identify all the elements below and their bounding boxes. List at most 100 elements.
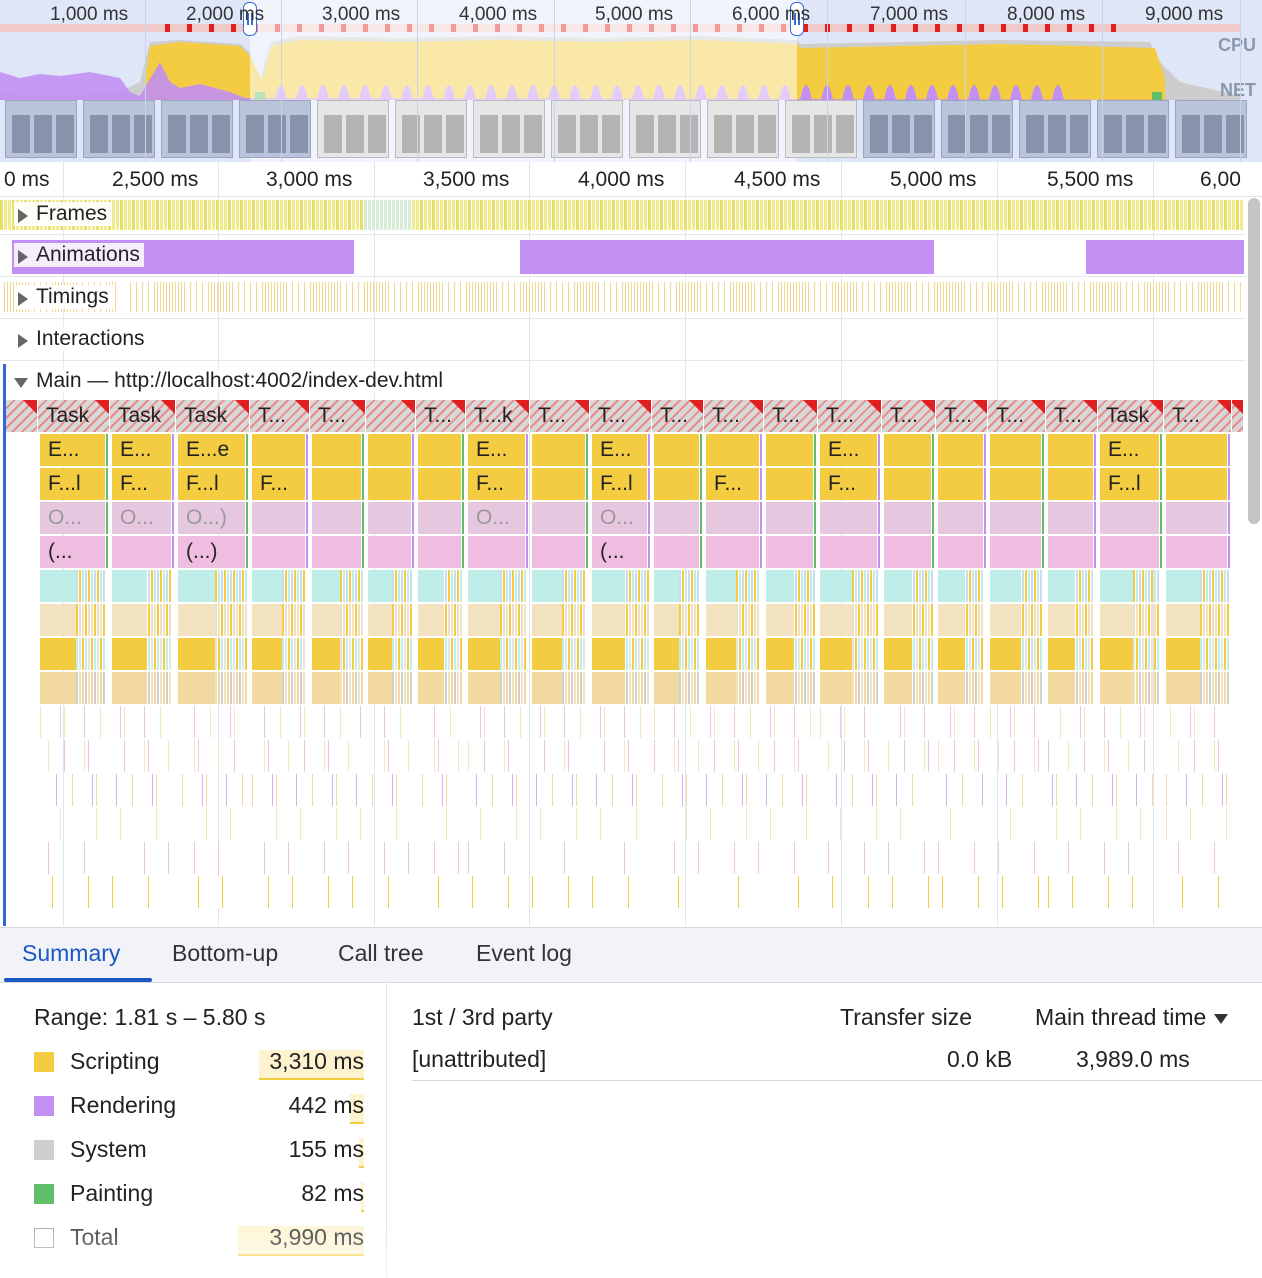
call-frame[interactable] <box>766 434 814 466</box>
frame-bar[interactable] <box>140 200 143 230</box>
frame-bar[interactable] <box>740 200 743 230</box>
frame-bar[interactable] <box>156 200 159 230</box>
frame-bar[interactable] <box>1104 200 1107 230</box>
task-block[interactable]: Task <box>176 400 250 432</box>
frame-bar[interactable] <box>200 200 203 230</box>
frame-bar[interactable] <box>136 200 139 230</box>
frame-bar[interactable] <box>380 200 383 230</box>
frame-bar[interactable] <box>1168 200 1171 230</box>
frame-bar[interactable] <box>672 200 675 230</box>
frame-bar[interactable] <box>264 200 267 230</box>
frame-bar[interactable] <box>876 200 879 230</box>
frame-bar[interactable] <box>244 200 247 230</box>
frame-bar[interactable] <box>872 200 875 230</box>
call-frame[interactable] <box>1048 604 1073 636</box>
task-block[interactable]: Task <box>38 400 110 432</box>
frame-bar[interactable] <box>1060 200 1063 230</box>
frame-bar[interactable] <box>220 200 223 230</box>
expand-triangle-icon[interactable] <box>18 250 28 264</box>
frame-bar[interactable] <box>576 200 579 230</box>
frame-bar[interactable] <box>1128 200 1131 230</box>
frame-bar[interactable] <box>272 200 275 230</box>
call-frame[interactable] <box>312 570 340 602</box>
call-frame[interactable] <box>252 502 306 534</box>
frame-bar[interactable] <box>708 200 711 230</box>
call-frame[interactable]: (...) <box>178 536 246 568</box>
call-frame[interactable] <box>706 638 736 670</box>
call-frame[interactable]: E...e <box>178 434 246 466</box>
frame-bar[interactable] <box>512 200 515 230</box>
call-frame[interactable] <box>884 536 932 568</box>
call-frame[interactable] <box>312 672 340 704</box>
frame-bar[interactable] <box>536 200 539 230</box>
frame-bar[interactable] <box>212 200 215 230</box>
frame-bar[interactable] <box>164 200 167 230</box>
frame-bar[interactable] <box>580 200 583 230</box>
call-frame[interactable] <box>312 638 340 670</box>
frame-bar[interactable] <box>868 200 871 230</box>
call-frame[interactable] <box>532 604 562 636</box>
call-frame[interactable] <box>468 638 500 670</box>
frame-bar[interactable] <box>784 200 787 230</box>
call-frame[interactable] <box>766 570 792 602</box>
frame-bar[interactable] <box>720 200 723 230</box>
frame-bar[interactable] <box>132 200 135 230</box>
frame-bar[interactable] <box>1176 200 1179 230</box>
call-frame[interactable] <box>1100 672 1133 704</box>
frame-bar[interactable] <box>756 200 759 230</box>
frame-bar[interactable] <box>148 200 151 230</box>
screenshot-thumbnail[interactable] <box>1175 100 1247 158</box>
timeline-scrollbar[interactable] <box>1248 198 1260 524</box>
call-frame[interactable]: O... <box>40 502 106 534</box>
call-frame[interactable]: F...l <box>40 468 106 500</box>
frame-bar[interactable] <box>808 200 811 230</box>
call-frame[interactable] <box>532 468 586 500</box>
frame-bar[interactable] <box>488 200 491 230</box>
call-frame[interactable] <box>706 434 760 466</box>
call-frame[interactable] <box>532 570 562 602</box>
call-frame[interactable] <box>592 638 623 670</box>
frame-bar[interactable] <box>976 200 979 230</box>
frame-bar[interactable] <box>1048 200 1051 230</box>
screenshot-thumbnail[interactable] <box>707 100 779 158</box>
frame-bar[interactable] <box>728 200 731 230</box>
screenshot-thumbnail[interactable] <box>473 100 545 158</box>
call-frame[interactable] <box>418 502 462 534</box>
col-header-main-thread-time[interactable]: Main thread time <box>1035 1004 1229 1031</box>
task-block[interactable] <box>366 400 416 432</box>
call-frame[interactable] <box>990 604 1019 636</box>
frame-bar[interactable] <box>208 200 211 230</box>
frame-bar[interactable] <box>1120 200 1123 230</box>
frame-bar[interactable] <box>912 200 915 230</box>
call-frame[interactable] <box>820 536 878 568</box>
frame-bar[interactable] <box>1032 200 1035 230</box>
frame-bar[interactable] <box>716 200 719 230</box>
task-block[interactable]: T... <box>1046 400 1098 432</box>
frame-bar[interactable] <box>1160 200 1163 230</box>
call-frame[interactable] <box>766 502 814 534</box>
frame-bar[interactable] <box>1224 200 1227 230</box>
frame-bar[interactable] <box>832 200 835 230</box>
frame-bar[interactable] <box>964 200 967 230</box>
frame-bar[interactable] <box>924 200 927 230</box>
frame-bar[interactable] <box>680 200 683 230</box>
frame-bar[interactable] <box>984 200 987 230</box>
call-frame[interactable] <box>418 672 442 704</box>
call-frame[interactable] <box>418 468 462 500</box>
frame-bar[interactable] <box>956 200 959 230</box>
task-block[interactable]: T... <box>818 400 882 432</box>
call-frame[interactable] <box>1100 604 1133 636</box>
call-frame[interactable] <box>1048 570 1073 602</box>
screenshot-thumbnail[interactable] <box>317 100 389 158</box>
call-frame[interactable]: O...) <box>178 502 246 534</box>
animation-bar[interactable] <box>520 240 934 274</box>
call-frame[interactable] <box>252 536 306 568</box>
call-frame[interactable] <box>532 672 562 704</box>
call-frame[interactable]: F... <box>468 468 526 500</box>
call-frame[interactable]: E... <box>40 434 106 466</box>
frame-bar[interactable] <box>844 200 847 230</box>
call-frame[interactable]: E... <box>468 434 526 466</box>
tab-summary[interactable]: Summary <box>22 940 120 967</box>
frame-bar[interactable] <box>228 200 231 230</box>
task-block[interactable] <box>1232 400 1244 432</box>
